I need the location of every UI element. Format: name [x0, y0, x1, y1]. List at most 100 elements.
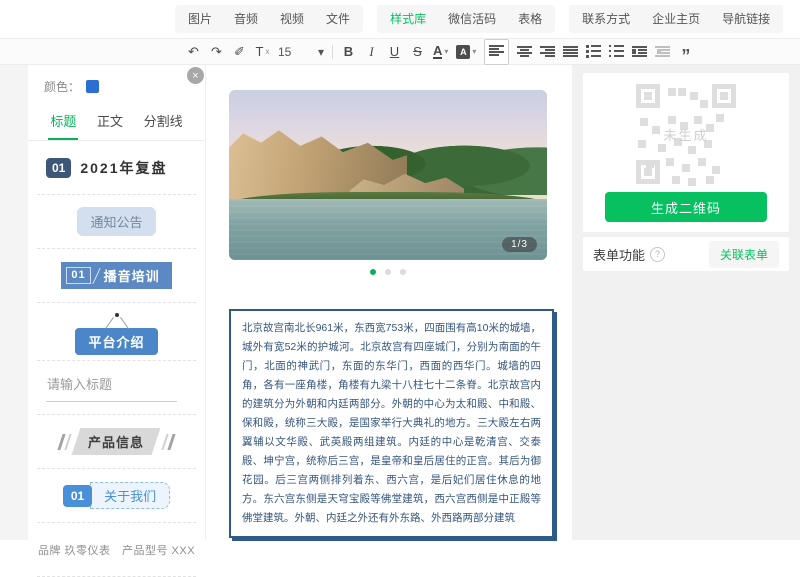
carousel-counter-badge: 1/3	[502, 237, 537, 252]
outdent-button[interactable]	[632, 42, 648, 61]
ordered-list-button[interactable]	[586, 42, 602, 61]
tab-contact[interactable]: 联系方式	[571, 5, 641, 33]
title-placeholder: 请输入标题	[46, 374, 177, 402]
format-painter-icon[interactable]: ✐	[232, 42, 247, 61]
template-label: 产品信息	[88, 435, 145, 450]
template-banner: 01 播音培训	[61, 262, 172, 289]
form-function-text: 表单功能	[593, 247, 646, 263]
form-function-card: 表单功能 ? 关联表单	[583, 237, 789, 271]
redo-icon[interactable]: ↷	[209, 42, 224, 61]
template-item-brand-spec[interactable]: 品牌 玖零仪表 产品型号 XXX	[37, 523, 196, 577]
top-tab-bar: 图片 音频 视频 文件 样式库 微信活码 表格 联系方式 企业主页 导航链接	[0, 0, 800, 38]
tab-table[interactable]: 表格	[507, 5, 553, 33]
slash-icon	[160, 433, 169, 450]
generate-qrcode-button[interactable]: 生成二维码	[605, 192, 767, 222]
color-swatch[interactable]	[86, 80, 100, 93]
font-color-button[interactable]: A ▾	[433, 42, 448, 61]
tab-nav-link[interactable]: 导航链接	[711, 5, 781, 33]
tab-body-text[interactable]: 正文	[95, 102, 125, 140]
strikethrough-button[interactable]: S	[410, 42, 425, 61]
tab-video[interactable]: 视频	[269, 5, 315, 33]
toolbar-divider	[332, 44, 333, 59]
template-badge: 01	[66, 267, 91, 284]
justify-button[interactable]	[563, 42, 579, 61]
slash-icon	[64, 433, 73, 450]
color-row: 颜色：	[28, 65, 205, 102]
template-item-about-us[interactable]: 01 关于我们	[37, 469, 196, 523]
template-item-title-input[interactable]: 请输入标题	[37, 361, 196, 415]
align-center-button[interactable]	[517, 42, 533, 61]
carousel-dots	[229, 269, 547, 275]
clear-format-x: x	[265, 47, 270, 56]
editor-canvas[interactable]: 1/3 北京故宫南北长961米，东西宽753米，四面围有高10米的城墙，城外有宽…	[206, 65, 572, 540]
photo-lake	[229, 198, 547, 260]
align-right-button[interactable]	[540, 42, 556, 61]
unordered-list-icon	[609, 45, 625, 58]
template-item-product-info[interactable]: 产品信息	[37, 415, 196, 469]
font-color-a: A	[433, 43, 443, 59]
font-size-value: 15	[278, 44, 292, 59]
qrcode-status-text: 未生成	[663, 127, 709, 143]
clear-format-icon[interactable]: Tx	[255, 42, 270, 61]
bold-button[interactable]: B	[341, 42, 356, 61]
help-icon[interactable]: ?	[650, 246, 666, 262]
template-title: 2021年复盘	[80, 159, 168, 176]
tab-style-library[interactable]: 样式库	[379, 5, 437, 33]
font-size-select[interactable]: 15 ▾	[278, 45, 324, 59]
qrcode-card: 未生成 生成二维码	[583, 73, 789, 232]
format-toolbar: ↶ ↷ ✐ Tx 15 ▾ B I U S A ▾ A ▾ ”	[0, 38, 800, 65]
template-item-notice[interactable]: 通知公告	[37, 195, 196, 249]
carousel-dot[interactable]	[370, 269, 376, 275]
article-text-block[interactable]: 北京故宫南北长961米，东西宽753米，四面围有高10米的城墙，城外有宽52米的…	[229, 309, 554, 538]
template-label: 通知公告	[77, 207, 156, 236]
indent-icon	[655, 46, 671, 57]
template-label-wrap: 产品信息	[72, 428, 161, 455]
slash-divider	[91, 267, 101, 284]
align-left-icon	[489, 44, 505, 56]
template-item-review[interactable]: 01 2021年复盘	[37, 141, 196, 195]
tab-company-home[interactable]: 企业主页	[641, 5, 711, 33]
outdent-icon	[632, 46, 648, 57]
undo-icon[interactable]: ↶	[186, 42, 201, 61]
tab-file[interactable]: 文件	[315, 5, 361, 33]
template-label: 品牌 玖零仪表 产品型号 XXX	[37, 544, 196, 557]
align-right-icon	[540, 46, 556, 57]
highlight-a: A	[456, 44, 471, 59]
italic-button[interactable]: I	[364, 42, 379, 61]
carousel-dot[interactable]	[400, 269, 406, 275]
close-icon[interactable]: ×	[187, 67, 204, 84]
justify-icon	[563, 46, 579, 57]
link-form-button[interactable]: 关联表单	[708, 240, 779, 268]
unordered-list-button[interactable]	[609, 42, 625, 61]
carousel-dot[interactable]	[385, 269, 391, 275]
highlight-color-button[interactable]: A ▾	[456, 42, 476, 61]
template-badge: 01	[46, 157, 72, 178]
template-label: 播音培训	[103, 269, 160, 284]
tab-group-content: 样式库 微信活码 表格	[377, 5, 556, 33]
form-function-label: 表单功能 ?	[593, 245, 666, 264]
template-item-platform[interactable]: 平台介绍	[37, 303, 196, 361]
template-label: 关于我们	[90, 482, 171, 509]
template-item-training[interactable]: 01 播音培训	[37, 249, 196, 303]
tab-divider[interactable]: 分割线	[142, 102, 185, 140]
align-center-icon	[517, 46, 533, 57]
template-combo: 01 关于我们	[62, 482, 171, 509]
clear-format-t: T	[255, 44, 264, 59]
template-parallelogram: 产品信息	[57, 428, 176, 455]
blockquote-button[interactable]: ”	[678, 38, 693, 65]
right-panel: 未生成 生成二维码 表单功能 ? 关联表单	[572, 65, 800, 540]
align-left-button[interactable]	[484, 38, 510, 65]
tab-image[interactable]: 图片	[177, 5, 223, 33]
color-label: 颜色：	[44, 80, 81, 94]
chevron-down-icon: ▾	[317, 44, 324, 59]
indent-button[interactable]	[655, 42, 671, 61]
tab-audio[interactable]: 音频	[223, 5, 269, 33]
sidebar-tabs: 标题 正文 分割线	[28, 102, 205, 141]
main-area: × 颜色： 标题 正文 分割线 01 2021年复盘 通知公告 01 播音培训 …	[0, 65, 800, 577]
tab-heading[interactable]: 标题	[48, 102, 78, 140]
chevron-down-icon: ▾	[444, 47, 449, 56]
carousel-image[interactable]: 1/3	[229, 90, 547, 260]
tab-group-media: 图片 音频 视频 文件	[175, 5, 364, 33]
tab-wechat-qrcode[interactable]: 微信活码	[437, 5, 507, 33]
underline-button[interactable]: U	[387, 42, 402, 61]
